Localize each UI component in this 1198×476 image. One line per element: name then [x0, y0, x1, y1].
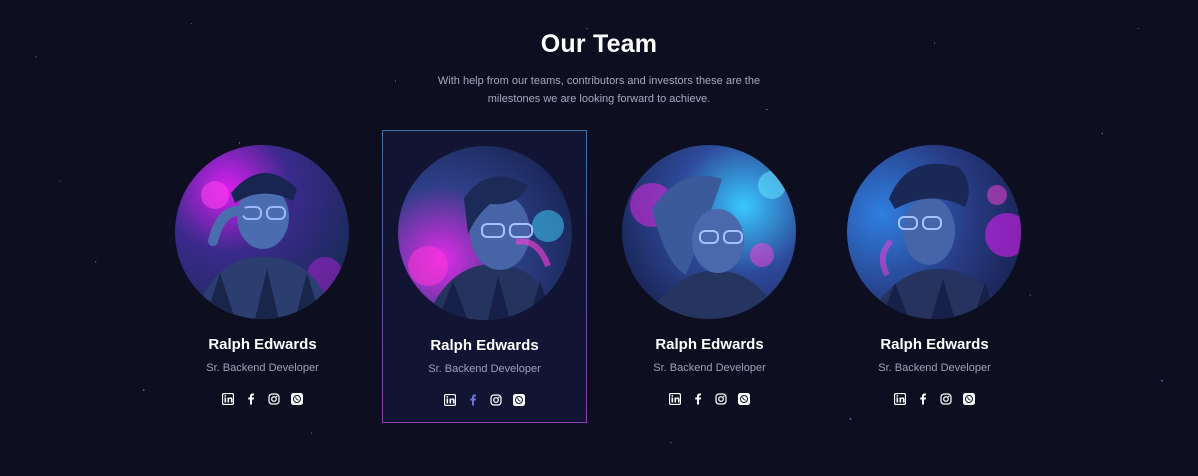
linkedin-icon[interactable]	[669, 392, 682, 405]
section-subtitle: With help from our teams, contributors a…	[437, 75, 761, 105]
section-header: Our Team With help from our teams, contr…	[0, 30, 1198, 108]
instagram-icon[interactable]	[268, 392, 281, 405]
avatar	[175, 145, 349, 319]
team-member-card-active[interactable]: Ralph Edwards Sr. Backend Developer	[382, 130, 587, 423]
whatsapp-icon[interactable]	[963, 392, 976, 405]
instagram-icon[interactable]	[715, 392, 728, 405]
whatsapp-icon[interactable]	[513, 393, 526, 406]
social-links	[607, 392, 812, 405]
member-role: Sr. Backend Developer	[653, 362, 766, 374]
avatar	[398, 146, 572, 320]
member-role: Sr. Backend Developer	[206, 362, 319, 374]
member-name: Ralph Edwards	[655, 336, 764, 353]
social-links	[383, 393, 586, 406]
linkedin-icon[interactable]	[222, 392, 235, 405]
member-name: Ralph Edwards	[430, 337, 539, 354]
team-member-card[interactable]: Ralph Edwards Sr. Backend Developer	[832, 130, 1037, 423]
facebook-icon[interactable]	[467, 393, 480, 406]
whatsapp-icon[interactable]	[738, 392, 751, 405]
social-links	[160, 392, 365, 405]
member-name: Ralph Edwards	[208, 336, 317, 353]
instagram-icon[interactable]	[490, 393, 503, 406]
section-title: Our Team	[540, 30, 658, 58]
linkedin-icon[interactable]	[894, 392, 907, 405]
team-grid: Ralph Edwards Sr. Backend Developer Ralp…	[160, 130, 1040, 423]
team-member-card[interactable]: Ralph Edwards Sr. Backend Developer	[160, 130, 365, 423]
member-name: Ralph Edwards	[880, 336, 989, 353]
avatar	[622, 145, 796, 319]
team-member-card[interactable]: Ralph Edwards Sr. Backend Developer	[607, 130, 812, 423]
whatsapp-icon[interactable]	[291, 392, 304, 405]
member-role: Sr. Backend Developer	[878, 362, 991, 374]
instagram-icon[interactable]	[940, 392, 953, 405]
facebook-icon[interactable]	[245, 392, 258, 405]
social-links	[832, 392, 1037, 405]
facebook-icon[interactable]	[917, 392, 930, 405]
avatar	[847, 145, 1021, 319]
member-role: Sr. Backend Developer	[428, 363, 541, 375]
facebook-icon[interactable]	[692, 392, 705, 405]
linkedin-icon[interactable]	[444, 393, 457, 406]
